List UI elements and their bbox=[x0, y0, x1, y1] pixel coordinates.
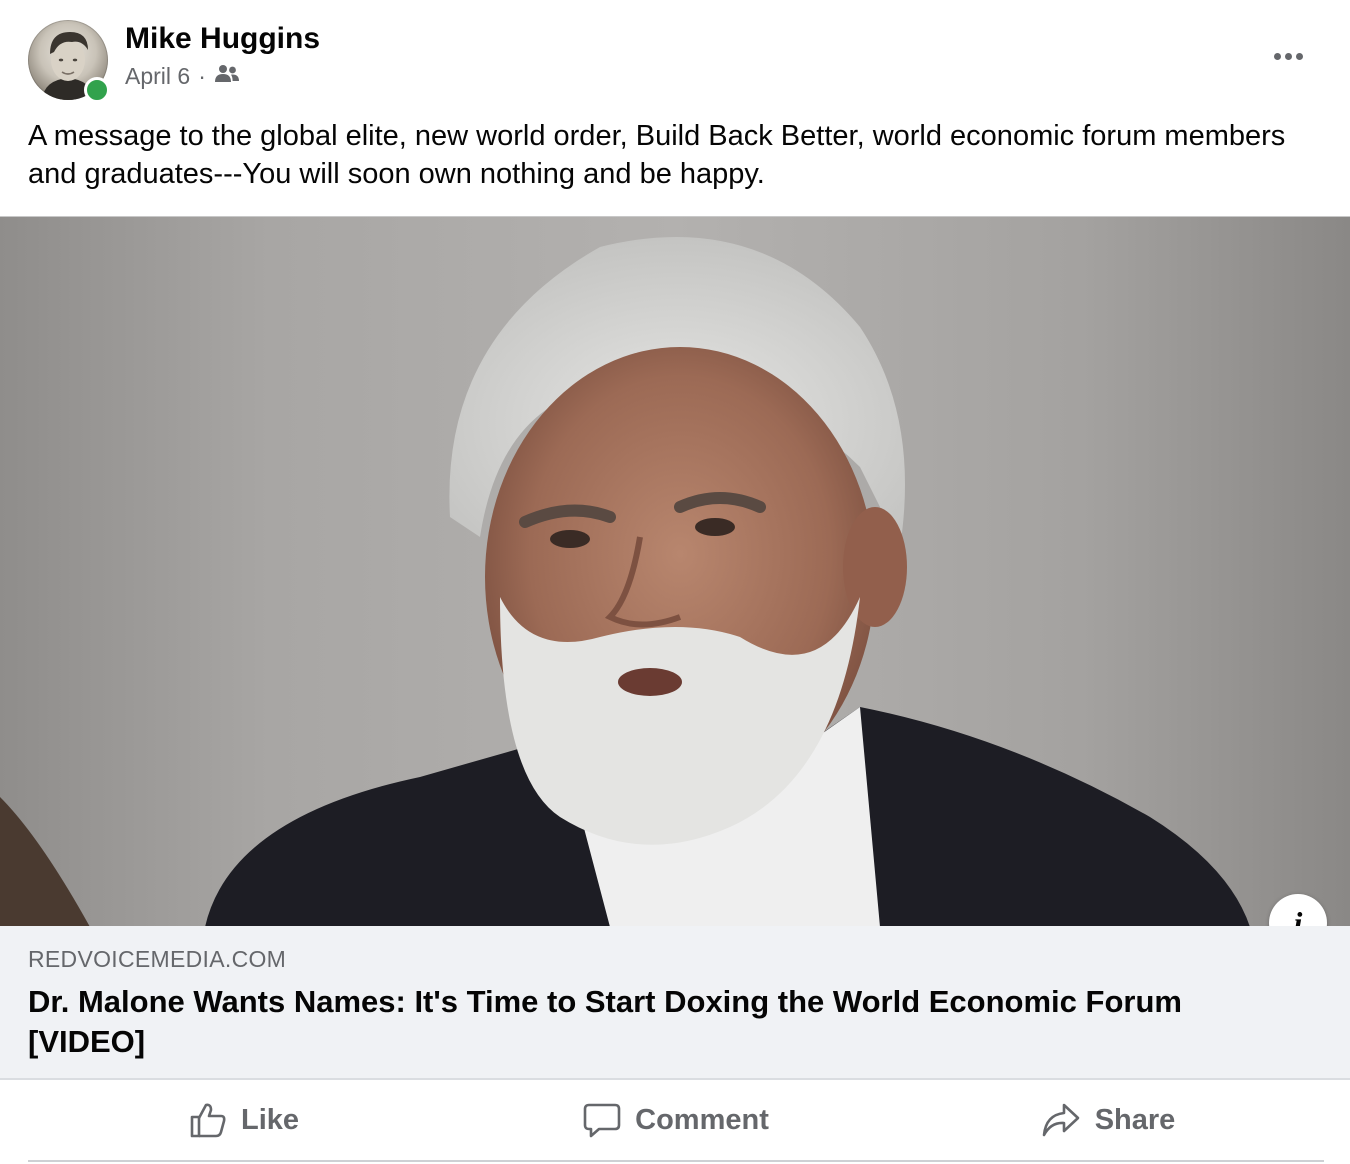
like-label: Like bbox=[240, 1103, 300, 1136]
author-name[interactable]: Mike Huggins bbox=[125, 22, 320, 56]
link-title[interactable]: Dr. Malone Wants Names: It's Time to Sta… bbox=[28, 982, 1288, 1062]
facebook-post: Mike Huggins April 6 · A message to the … bbox=[0, 0, 1350, 1164]
more-dot-icon bbox=[1284, 52, 1292, 60]
like-button[interactable]: Like bbox=[28, 1080, 460, 1160]
thumbs-up-icon bbox=[190, 1103, 226, 1138]
link-info-panel[interactable]: REDVOICEMEDIA.COM Dr. Malone Wants Names… bbox=[0, 926, 1350, 1080]
comment-icon bbox=[583, 1103, 621, 1138]
share-button[interactable]: Share bbox=[892, 1080, 1324, 1160]
share-label: Share bbox=[1094, 1103, 1176, 1136]
link-preview-image[interactable] bbox=[0, 216, 1350, 927]
meta-separator: · bbox=[198, 63, 206, 89]
more-dot-icon bbox=[1273, 52, 1281, 60]
more-options-button[interactable] bbox=[1265, 38, 1311, 74]
post-text: A message to the global elite, new world… bbox=[28, 120, 1286, 190]
share-arrow-icon bbox=[1042, 1103, 1079, 1137]
link-domain: REDVOICEMEDIA.COM bbox=[28, 946, 287, 972]
comment-button[interactable]: Comment bbox=[460, 1080, 892, 1160]
friends-icon[interactable] bbox=[214, 63, 240, 90]
post-actions-bar: Like Comment Share bbox=[28, 1080, 1324, 1162]
post-date[interactable]: April 6 bbox=[125, 63, 190, 90]
more-dot-icon bbox=[1295, 52, 1303, 60]
post-meta: April 6 · bbox=[125, 63, 240, 90]
online-status-indicator bbox=[84, 77, 110, 103]
preview-photo bbox=[0, 237, 1250, 927]
comment-label: Comment bbox=[635, 1103, 769, 1136]
